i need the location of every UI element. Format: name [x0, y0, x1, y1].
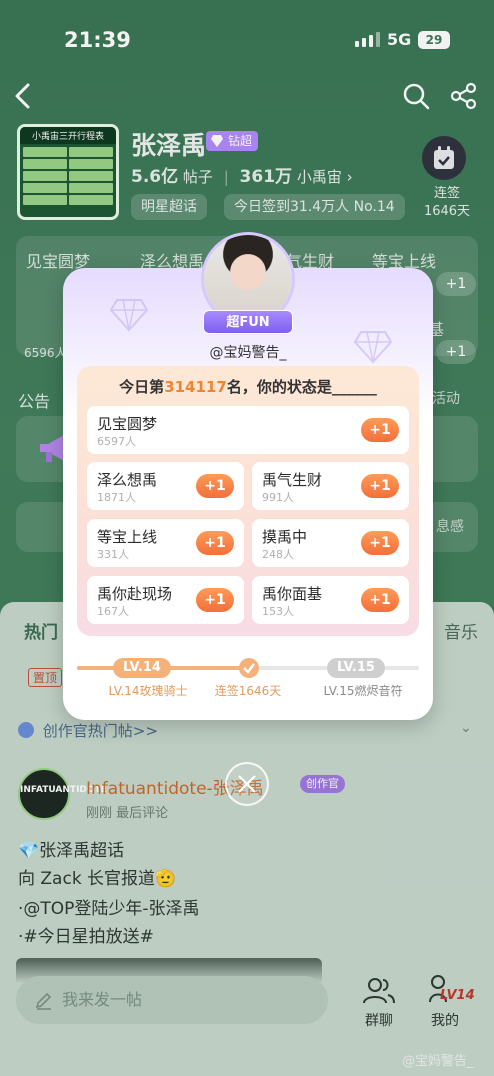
option-count: 167人	[97, 605, 129, 618]
status-option[interactable]: 禹你面基 153人 +1	[252, 576, 409, 624]
status-options-panel: 今日第314117名，你的状态是______ 见宝圆梦 6597人 +1 泽么想…	[77, 366, 419, 636]
current-level-title: LV.14玫瑰骑士	[108, 684, 188, 698]
next-level-title: LV.15燃烬音符	[323, 684, 403, 698]
status-option[interactable]: 禹气生财 991人 +1	[252, 462, 409, 510]
gem-decoration-icon	[109, 299, 149, 332]
option-name: 等宝上线	[97, 528, 158, 546]
status-option[interactable]: 见宝圆梦 6597人 +1	[87, 406, 409, 454]
status-option[interactable]: 等宝上线 331人 +1	[87, 519, 244, 567]
option-name: 禹你面基	[262, 585, 323, 603]
option-count: 6597人	[97, 435, 136, 448]
plus-one-button[interactable]: +1	[196, 531, 234, 555]
option-count: 331人	[97, 548, 129, 561]
option-name: 禹你赴现场	[97, 585, 173, 603]
rank-number: 314117	[164, 378, 227, 396]
current-level-pill: LV.14	[113, 658, 171, 678]
plus-one-button[interactable]: +1	[196, 474, 234, 498]
super-fun-badge: 超FUN	[203, 310, 293, 334]
status-option[interactable]: 摸禹中 248人 +1	[252, 519, 409, 567]
plus-one-button[interactable]: +1	[361, 531, 399, 555]
checkin-status-modal: 超FUN @宝妈警告_ 今日第314117名，你的状态是______ 见宝圆梦 …	[63, 232, 433, 720]
plus-one-button[interactable]: +1	[196, 588, 234, 612]
option-count: 991人	[262, 491, 294, 504]
rank-heading: 今日第314117名，你的状态是______	[77, 376, 419, 397]
close-modal-button[interactable]	[225, 762, 269, 806]
status-option[interactable]: 泽么想禹 1871人 +1	[87, 462, 244, 510]
status-option[interactable]: 禹你赴现场 167人 +1	[87, 576, 244, 624]
plus-one-button[interactable]: +1	[361, 588, 399, 612]
check-icon	[239, 658, 259, 678]
checkin-streak-label: 连签1646天	[214, 684, 282, 698]
plus-one-button[interactable]: +1	[361, 418, 399, 442]
rank-prefix: 今日第	[119, 378, 165, 396]
option-name: 摸禹中	[262, 528, 308, 546]
option-name: 泽么想禹	[97, 471, 158, 489]
option-count: 248人	[262, 548, 294, 561]
close-icon	[238, 775, 256, 793]
option-count: 153人	[262, 605, 294, 618]
plus-one-button[interactable]: +1	[361, 474, 399, 498]
option-name: 见宝圆梦	[97, 415, 158, 433]
rank-suffix: 名，你的状态是______	[226, 378, 377, 396]
next-level-pill: LV.15	[327, 658, 385, 678]
modal-username: @宝妈警告_	[209, 345, 287, 361]
option-count: 1871人	[97, 491, 136, 504]
option-name: 禹气生财	[262, 471, 323, 489]
